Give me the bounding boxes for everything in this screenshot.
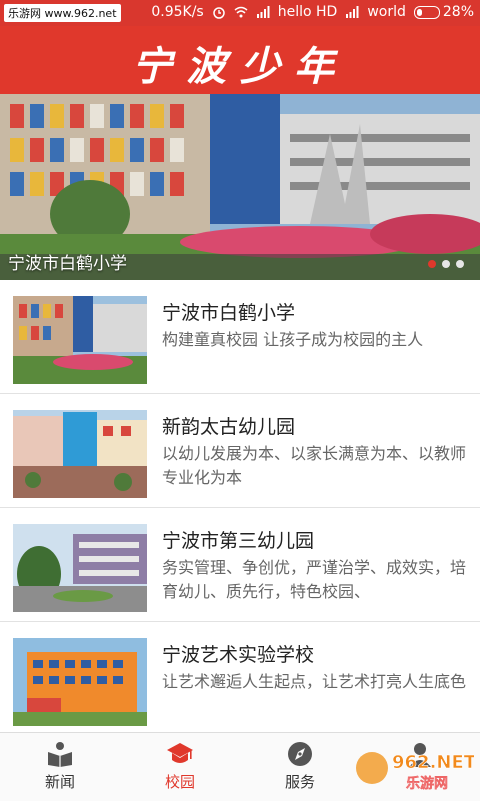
tab-label: 校园 [164, 773, 195, 791]
watermark-text-2: 乐游网 [406, 775, 448, 792]
status-bar: 乐游网 www.962.net 0.95K/s hello HD world 2… [0, 0, 480, 26]
watermark-text-1: 962.NET [392, 752, 474, 773]
list-item[interactable]: 宁波艺术实验学校 让艺术邂逅人生起点，让艺术打亮人生底色 [0, 622, 480, 736]
school-description: 以幼儿发展为本、以家长满意为本、以教师专业化为本 [162, 444, 467, 487]
school-name: 宁波艺术实验学校 [162, 644, 315, 666]
tab-campus[interactable]: 校园 [120, 733, 240, 801]
watermark-label: 乐游网 www.962.net [4, 4, 121, 22]
network-speed: 0.95K/s [151, 4, 204, 20]
carousel-dot[interactable] [456, 260, 464, 268]
app-header: 宁波少年 [0, 26, 480, 94]
tab-service[interactable]: 服务 [240, 733, 360, 801]
school-name: 宁波市白鹤小学 [162, 302, 296, 324]
school-list: 宁波市白鹤小学 构建童真校园 让孩子成为校园的主人 新韵太古幼儿园 以幼儿发展为… [0, 280, 480, 736]
school-thumbnail [13, 410, 147, 498]
battery-percent: 28% [442, 4, 474, 20]
school-name: 宁波市第三幼儿园 [162, 530, 315, 552]
school-thumbnail [13, 296, 147, 384]
school-thumbnail [13, 638, 147, 726]
banner-carousel[interactable]: 宁波市白鹤小学 [0, 94, 480, 280]
list-item[interactable]: 宁波市白鹤小学 构建童真校园 让孩子成为校园的主人 [0, 280, 480, 394]
battery-icon [413, 5, 440, 19]
school-name: 新韵太古幼儿园 [162, 416, 296, 438]
graduation-cap-icon [167, 743, 193, 763]
app-title: 宁波少年 [132, 43, 348, 90]
book-reader-icon [48, 742, 72, 767]
list-item[interactable]: 新韵太古幼儿园 以幼儿发展为本、以家长满意为本、以教师专业化为本 [0, 394, 480, 508]
list-item[interactable]: 宁波市第三幼儿园 务实管理、争创优，严谨治学、成效实，培育幼儿、质先行，特色校园… [0, 508, 480, 622]
alarm-icon [212, 7, 225, 19]
carrier-2: world [367, 4, 406, 20]
carousel-dot[interactable] [442, 260, 450, 268]
watermark-logo: 962.NET 乐游网 [356, 752, 474, 792]
carousel-dot[interactable] [428, 260, 436, 268]
carrier-1: hello HD [277, 4, 338, 20]
battery-indicator: 28% [413, 4, 474, 20]
wifi-icon [234, 6, 248, 18]
signal-icon [256, 6, 270, 18]
school-description: 让艺术邂逅人生起点，让艺术打亮人生底色 [162, 672, 467, 691]
tab-news[interactable]: 新闻 [0, 733, 120, 801]
school-description: 务实管理、争创优，严谨治学、成效实，培育幼儿、质先行，特色校园、 [162, 558, 467, 601]
signal-icon-2 [346, 6, 359, 18]
compass-icon [288, 742, 312, 766]
school-thumbnail [13, 524, 147, 612]
school-description: 构建童真校园 让孩子成为校园的主人 [162, 330, 424, 349]
carousel-indicator [428, 260, 464, 268]
tab-label: 新闻 [44, 773, 75, 791]
tab-label: 服务 [284, 773, 315, 791]
banner-caption: 宁波市白鹤小学 [8, 254, 127, 274]
